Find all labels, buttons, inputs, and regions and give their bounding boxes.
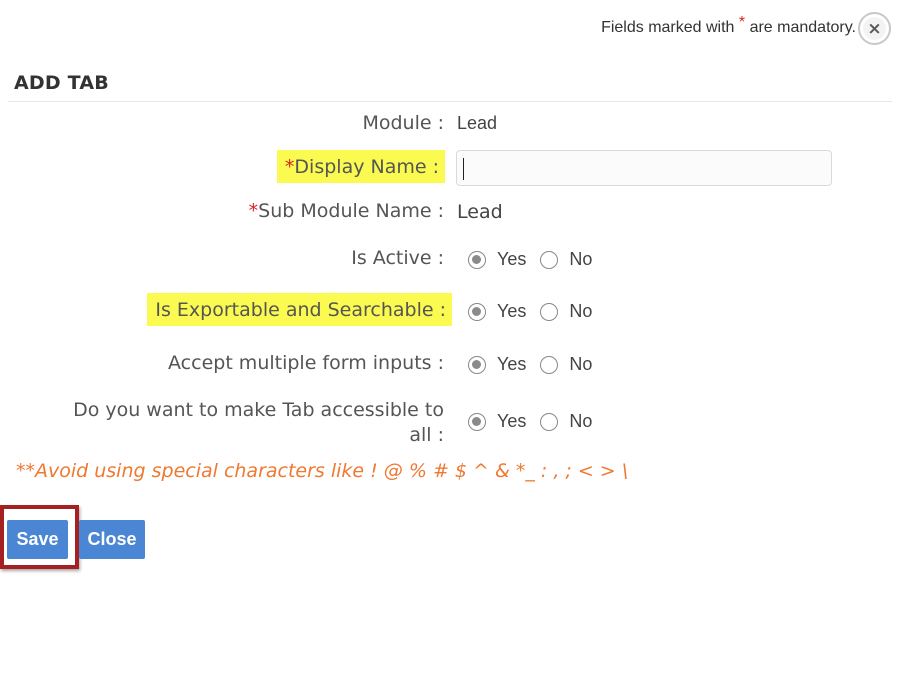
accessible-to-all-label-line2: all :	[409, 424, 444, 446]
save-button[interactable]: Save	[7, 520, 68, 559]
mandatory-note: Fields marked with * are mandatory.	[601, 14, 856, 37]
display-name-label-text: Display Name :	[294, 156, 439, 178]
accept-multiple-yes-radio[interactable]	[468, 355, 486, 374]
display-name-input[interactable]	[456, 150, 832, 186]
sub-module-value: Lead	[457, 201, 503, 223]
is-active-label: Is Active :	[351, 247, 444, 269]
is-active-no-radio[interactable]	[540, 250, 559, 269]
accept-multiple-label: Accept multiple form inputs :	[168, 352, 444, 374]
required-star: *	[284, 156, 295, 178]
is-exportable-label: Is Exportable and Searchable :	[147, 293, 452, 326]
accessible-to-all-label: Do you want to make Tab accessible to al…	[73, 398, 444, 448]
required-star: *	[248, 200, 259, 222]
is-exportable-yes-label[interactable]: Yes	[497, 301, 526, 322]
accept-multiple-yes-label[interactable]: Yes	[497, 354, 526, 375]
accept-multiple-radio-group: Yes No	[468, 354, 606, 375]
sub-module-label: *Sub Module Name :	[249, 200, 444, 222]
display-name-label: *Display Name :	[276, 150, 445, 183]
accessible-to-all-no-label[interactable]: No	[569, 411, 592, 432]
accessible-to-all-radio-group: Yes No	[468, 411, 606, 432]
mandatory-note-prefix: Fields marked with	[601, 19, 735, 36]
is-exportable-radio-group: Yes No	[468, 301, 606, 322]
required-star: *	[738, 14, 746, 31]
mandatory-note-suffix: are mandatory.	[749, 19, 856, 36]
accessible-to-all-label-line1: Do you want to make Tab accessible to	[73, 399, 444, 421]
close-icon[interactable]: ×	[858, 12, 891, 45]
special-characters-warning: **Avoid using special characters like ! …	[16, 460, 629, 482]
is-active-yes-radio[interactable]	[468, 250, 486, 269]
accept-multiple-no-label[interactable]: No	[569, 354, 592, 375]
title-divider	[8, 101, 892, 102]
module-value: Lead	[457, 113, 498, 133]
accessible-to-all-yes-radio[interactable]	[468, 412, 486, 431]
accept-multiple-no-radio[interactable]	[540, 355, 559, 374]
text-cursor	[463, 158, 464, 180]
accessible-to-all-no-radio[interactable]	[540, 412, 559, 431]
module-label: Module :	[362, 112, 444, 134]
is-exportable-no-label[interactable]: No	[569, 301, 592, 322]
is-active-no-label[interactable]: No	[569, 249, 592, 270]
is-active-radio-group: Yes No	[468, 249, 606, 270]
is-exportable-no-radio[interactable]	[540, 302, 559, 321]
accessible-to-all-yes-label[interactable]: Yes	[497, 411, 526, 432]
is-exportable-yes-radio[interactable]	[468, 302, 486, 321]
close-button[interactable]: Close	[79, 520, 145, 559]
close-glyph: ×	[867, 18, 882, 39]
dialog-title: ADD TAB	[14, 72, 109, 94]
is-active-yes-label[interactable]: Yes	[497, 249, 526, 270]
sub-module-label-text: Sub Module Name :	[258, 200, 444, 222]
